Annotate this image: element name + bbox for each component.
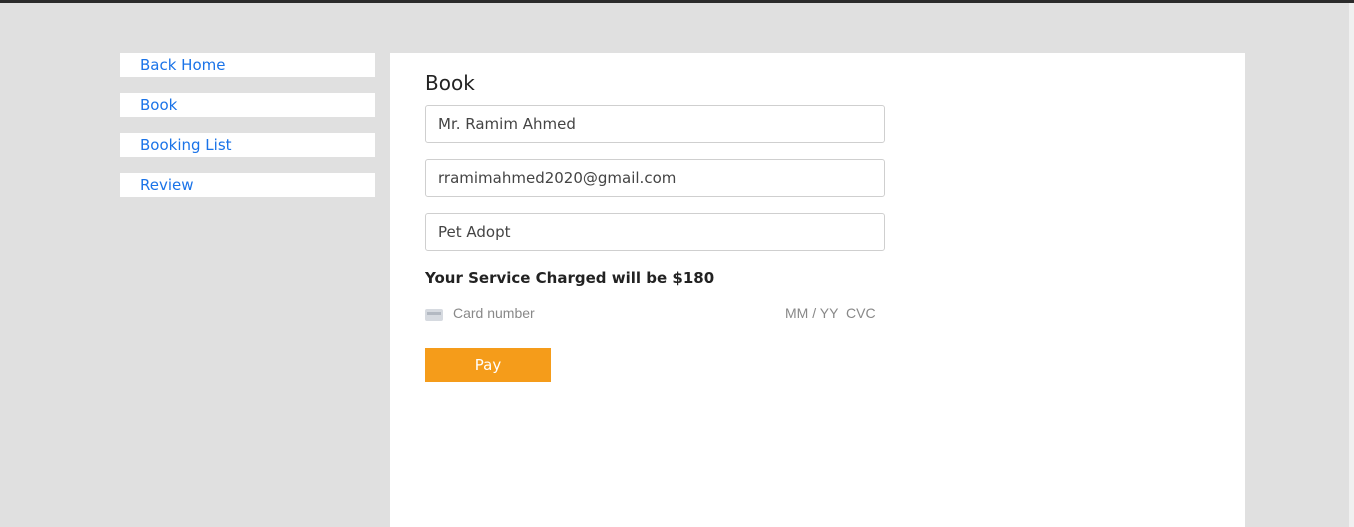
sidebar-item-back-home[interactable]: Back Home xyxy=(120,53,375,77)
pay-button[interactable]: Pay xyxy=(425,348,551,382)
scrollbar-track[interactable] xyxy=(1349,3,1354,527)
page-title: Book xyxy=(425,71,475,95)
card-cvc-input[interactable] xyxy=(846,305,882,321)
sidebar-item-book[interactable]: Book xyxy=(120,93,375,117)
service-charge-text: Your Service Charged will be $180 xyxy=(425,269,715,287)
book-panel: Book Your Service Charged will be $180 P… xyxy=(390,53,1245,527)
card-number-input[interactable] xyxy=(453,305,753,321)
email-input[interactable] xyxy=(425,159,885,197)
window-top-bar xyxy=(0,0,1354,3)
name-input[interactable] xyxy=(425,105,885,143)
card-element[interactable] xyxy=(425,305,885,325)
service-input[interactable] xyxy=(425,213,885,251)
credit-card-icon xyxy=(425,309,443,321)
card-expiry-input[interactable] xyxy=(785,305,841,321)
sidebar-item-booking-list[interactable]: Booking List xyxy=(120,133,375,157)
sidebar-item-review[interactable]: Review xyxy=(120,173,375,197)
sidebar: Back Home Book Booking List Review xyxy=(120,53,375,213)
